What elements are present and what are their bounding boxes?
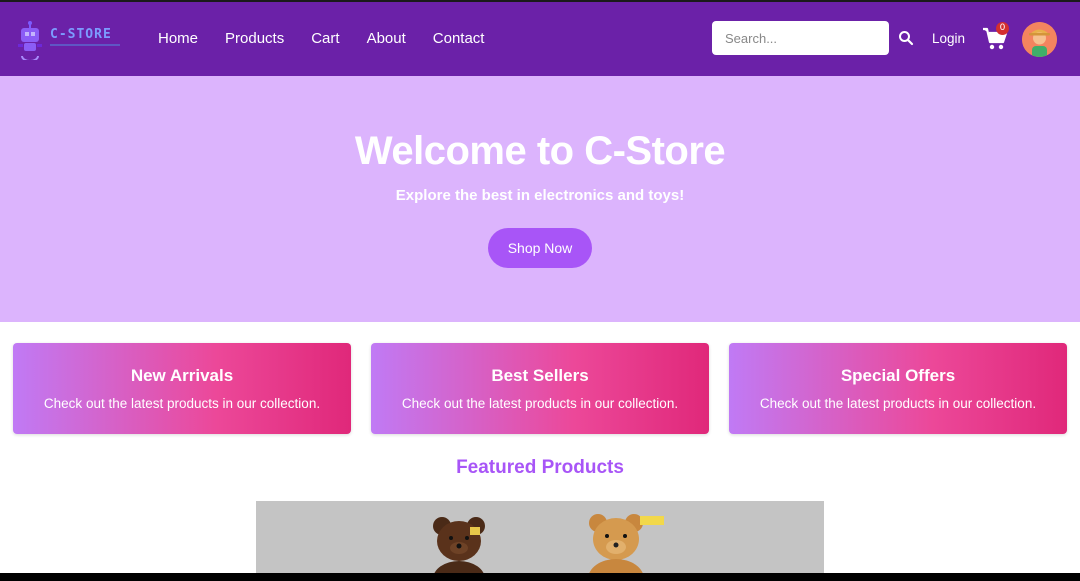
featured-products-heading: Featured Products bbox=[456, 457, 624, 478]
hero-subtitle: Explore the best in electronics and toys… bbox=[395, 187, 685, 204]
card-title: New Arrivals bbox=[130, 366, 234, 385]
teddy-bear-image bbox=[256, 501, 824, 573]
card-special-offers[interactable]: Special Offers Check out the latest prod… bbox=[729, 343, 1067, 434]
search-input[interactable] bbox=[712, 21, 889, 55]
nav-link-about[interactable]: About bbox=[367, 30, 406, 47]
promo-cards: New Arrivals Check out the latest produc… bbox=[0, 343, 1080, 434]
login-link[interactable]: Login bbox=[932, 31, 965, 46]
card-new-arrivals[interactable]: New Arrivals Check out the latest produc… bbox=[13, 343, 351, 434]
card-text: Check out the latest products in our col… bbox=[401, 396, 679, 411]
brand-name: C-STORE bbox=[50, 27, 112, 42]
main-nav: Home Products Cart About Contact bbox=[158, 30, 511, 47]
hero-title: Welcome to C-Store bbox=[354, 129, 726, 173]
avatar[interactable] bbox=[1022, 22, 1057, 57]
card-best-sellers[interactable]: Best Sellers Check out the latest produc… bbox=[371, 343, 709, 434]
navbar: C-STORE Home Products Cart About Contact… bbox=[0, 2, 1080, 76]
brand-logo[interactable]: C-STORE bbox=[16, 20, 126, 60]
nav-link-home[interactable]: Home bbox=[158, 30, 198, 47]
featured-product-image[interactable] bbox=[256, 501, 824, 573]
avatar-image bbox=[1022, 22, 1057, 57]
nav-link-cart[interactable]: Cart bbox=[311, 30, 339, 47]
card-text: Check out the latest products in our col… bbox=[759, 396, 1037, 411]
nav-link-products[interactable]: Products bbox=[225, 30, 284, 47]
cart-count-badge: 0 bbox=[996, 22, 1009, 35]
brand-tagline-line bbox=[50, 44, 120, 46]
shop-now-button[interactable]: Shop Now bbox=[488, 228, 592, 268]
page: C-STORE Home Products Cart About Contact… bbox=[0, 0, 1080, 573]
search-icon[interactable] bbox=[898, 30, 914, 46]
nav-link-contact[interactable]: Contact bbox=[433, 30, 485, 47]
card-text: Check out the latest products in our col… bbox=[43, 396, 321, 411]
hero-banner: Welcome to C-Store Explore the best in e… bbox=[0, 76, 1080, 322]
card-title: Special Offers bbox=[840, 366, 956, 385]
robot-logo-icon bbox=[18, 21, 42, 60]
card-title: Best Sellers bbox=[491, 366, 589, 385]
